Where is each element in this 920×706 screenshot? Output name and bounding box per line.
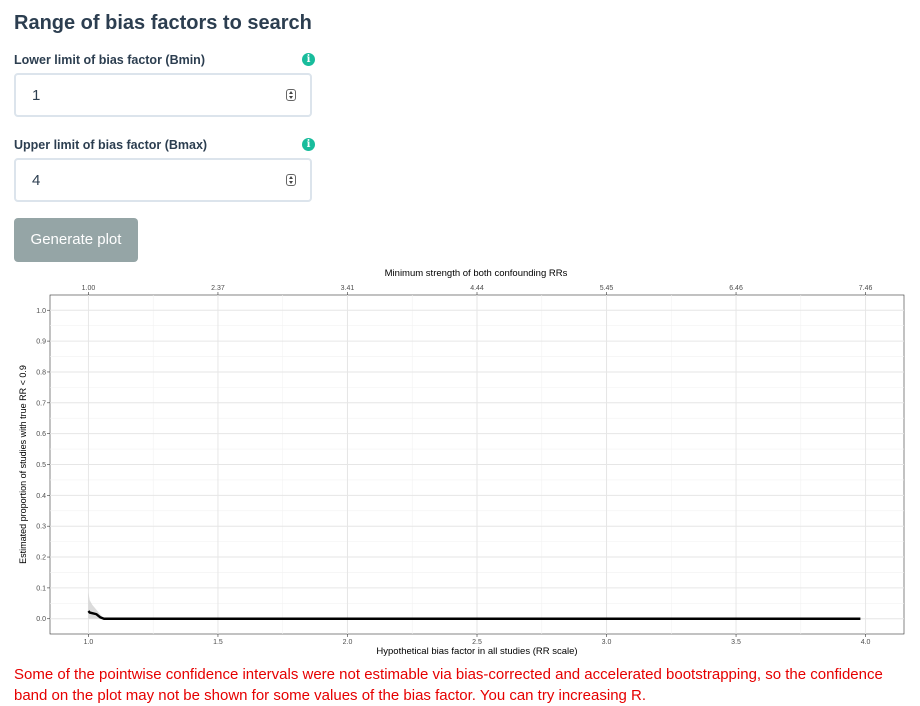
y-tick-label: 0.8: [36, 369, 46, 376]
top-tick-label: 3.41: [341, 285, 355, 292]
y-tick-label: 0.3: [36, 524, 46, 531]
top-tick-label: 4.44: [470, 285, 484, 292]
top-tick-label: 2.37: [211, 285, 225, 292]
bmin-value: 1: [32, 87, 41, 104]
bmin-label: Lower limit of bias factor (Bmin): [14, 53, 205, 67]
bmin-input[interactable]: 1: [14, 73, 312, 117]
x-axis-title: Hypothetical bias factor in all studies …: [376, 646, 577, 657]
y-tick-label: 0.4: [36, 493, 46, 500]
info-circle-icon[interactable]: i: [302, 53, 315, 66]
y-tick-label: 0.9: [36, 339, 46, 346]
x-tick-label: 1.5: [213, 639, 223, 646]
y-tick-label: 0.6: [36, 431, 46, 438]
bmax-label: Upper limit of bias factor (Bmax): [14, 138, 208, 152]
top-tick-label: 7.46: [859, 285, 873, 292]
x-tick-label: 2.0: [343, 639, 353, 646]
x-tick-label: 4.0: [861, 639, 871, 646]
y-tick-label: 0.5: [36, 462, 46, 469]
generate-plot-button[interactable]: Generate plot: [14, 218, 138, 262]
x-tick-label: 3.0: [602, 639, 612, 646]
x-tick-label: 2.5: [472, 639, 482, 646]
bmax-value: 4: [32, 172, 41, 189]
y-tick-label: 0.2: [36, 555, 46, 562]
x-tick-label: 1.0: [84, 639, 94, 646]
info-circle-icon[interactable]: i: [302, 138, 315, 151]
y-tick-label: 0.1: [36, 585, 46, 592]
spinner-icon[interactable]: [286, 174, 296, 186]
top-axis-title: Minimum strength of both confounding RRs: [385, 268, 568, 279]
x-tick-label: 3.5: [731, 639, 741, 646]
spinner-icon[interactable]: [286, 89, 296, 101]
warning-message: Some of the pointwise confidence interva…: [14, 666, 883, 704]
y-axis-title: Estimated proportion of studies with tru…: [18, 365, 28, 564]
y-tick-label: 0.0: [36, 616, 46, 623]
top-tick-label: 1.00: [82, 285, 96, 292]
bmax-input[interactable]: 4: [14, 158, 312, 202]
bias-factor-chart: 1.0 1.5 2.0 2.5 3.0 3.5 4.0 0.0 0.1 0.2 0.3 0.4 0.5 0…: [18, 268, 905, 657]
top-tick-label: 5.45: [600, 285, 614, 292]
y-tick-label: 1.0: [36, 308, 46, 315]
y-tick-label: 0.7: [36, 400, 46, 407]
top-tick-label: 6.46: [729, 285, 743, 292]
section-title: Range of bias factors to search: [14, 12, 312, 34]
